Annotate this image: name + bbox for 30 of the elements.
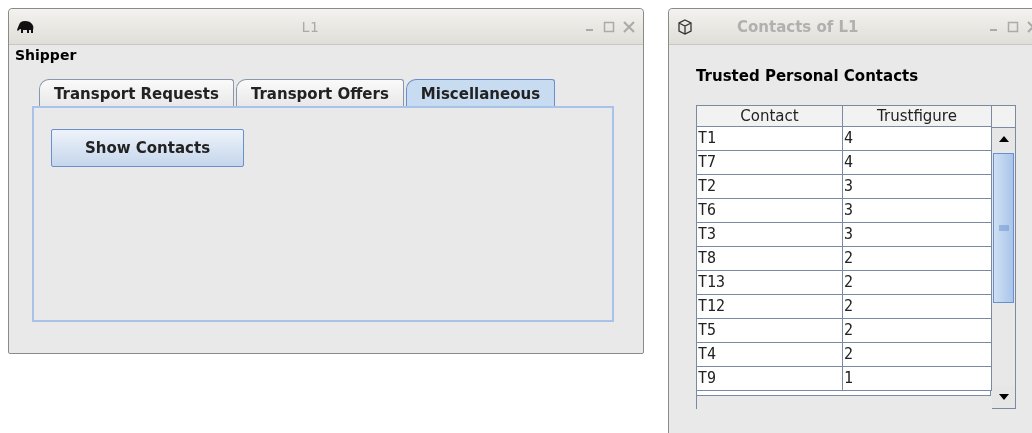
tab[interactable]: Miscellaneous bbox=[405, 79, 556, 106]
table-cell: T3 bbox=[697, 223, 843, 246]
grip-icon bbox=[998, 225, 1009, 231]
table-cell: T7 bbox=[697, 151, 843, 174]
maximize-icon[interactable] bbox=[603, 20, 615, 33]
table-cell: T6 bbox=[697, 199, 843, 222]
scrollbar-thumb[interactable] bbox=[993, 153, 1014, 303]
table-cell: T13 bbox=[697, 271, 843, 294]
elephant-icon bbox=[17, 19, 35, 34]
tab[interactable]: Transport Offers bbox=[235, 79, 404, 106]
window-title: L1 bbox=[300, 18, 320, 35]
up-arrow-icon bbox=[998, 136, 1009, 142]
maximize-icon[interactable] bbox=[1007, 20, 1019, 33]
scrollbar[interactable] bbox=[992, 105, 1016, 409]
table-cell: T9 bbox=[697, 367, 843, 390]
table-cell: T1 bbox=[697, 127, 843, 150]
table-cell: T8 bbox=[697, 247, 843, 270]
table-cell: T12 bbox=[697, 295, 843, 318]
table-cell: T5 bbox=[697, 319, 843, 342]
table-cell: T2 bbox=[697, 175, 843, 198]
down-arrow-icon bbox=[998, 394, 1009, 400]
show-contacts-button[interactable]: Show Contacts bbox=[51, 129, 244, 167]
window-title: Contacts of L1 bbox=[736, 17, 860, 36]
tab[interactable]: Transport Requests bbox=[39, 79, 234, 106]
close-icon[interactable] bbox=[623, 20, 635, 33]
panel-heading: Shipper bbox=[15, 47, 78, 63]
cube-icon bbox=[677, 18, 693, 35]
table-cell: T4 bbox=[697, 343, 843, 366]
panel-heading: Trusted Personal Contacts bbox=[696, 67, 920, 85]
column-header[interactable]: Contact bbox=[697, 106, 843, 126]
